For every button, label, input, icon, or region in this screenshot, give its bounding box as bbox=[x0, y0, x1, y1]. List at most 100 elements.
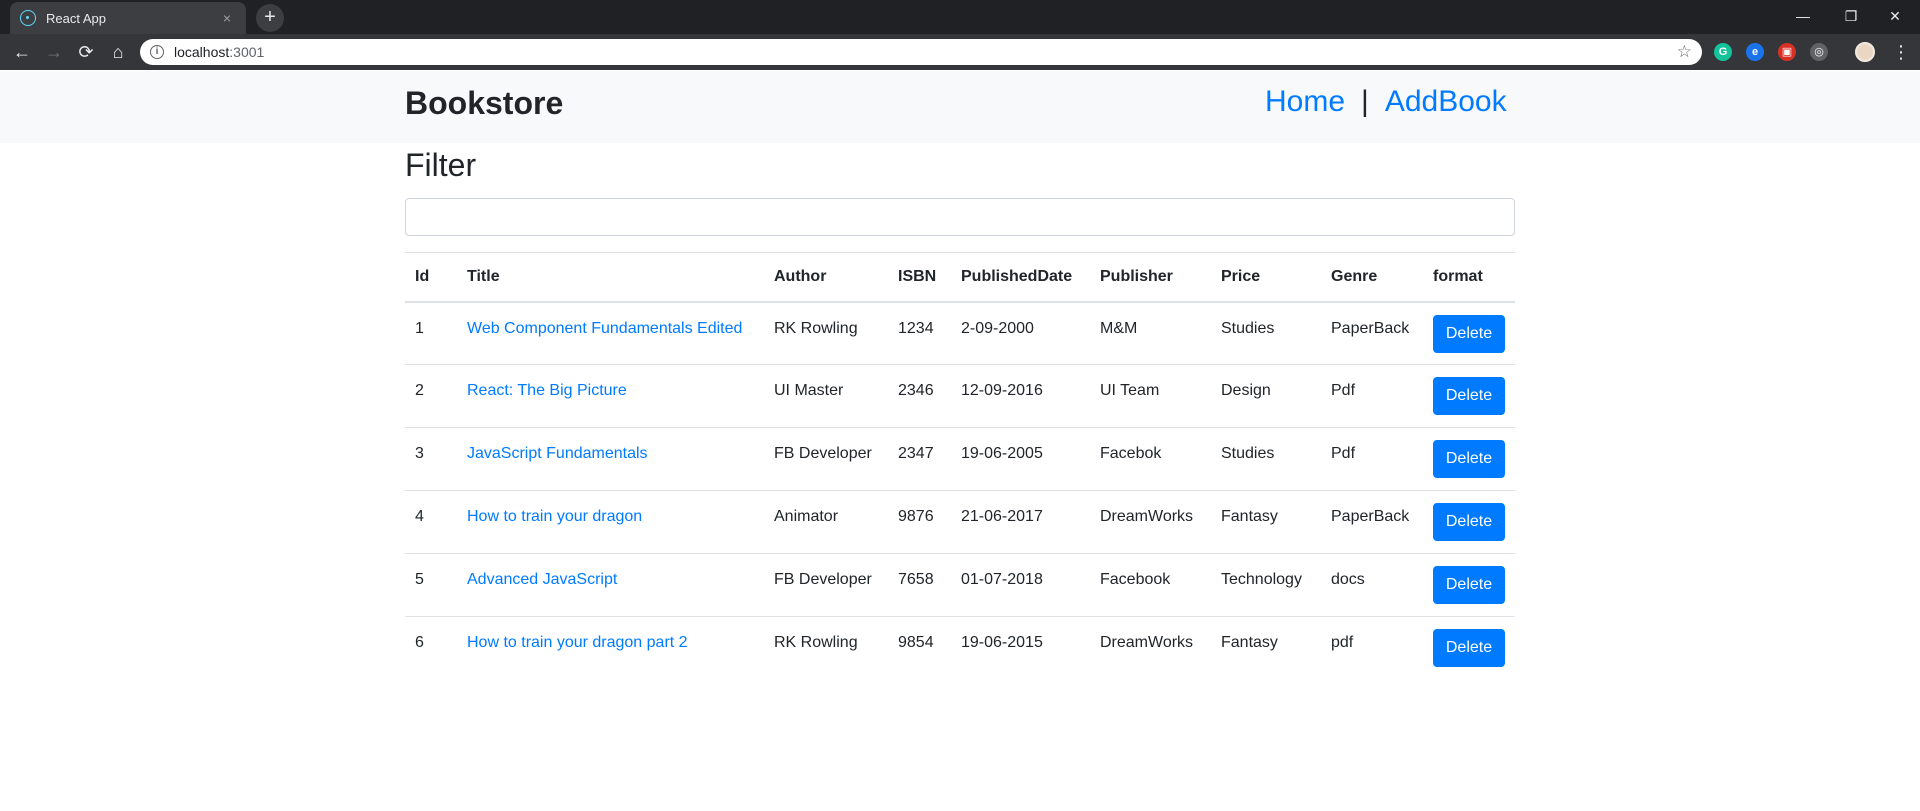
delete-button[interactable]: Delete bbox=[1433, 440, 1505, 478]
brand-title: Bookstore bbox=[405, 85, 564, 121]
forward-button[interactable]: → bbox=[40, 38, 68, 66]
cell-price: Studies bbox=[1211, 301, 1321, 365]
cell-publisher: M&M bbox=[1090, 301, 1211, 365]
nav-separator: | bbox=[1361, 85, 1369, 118]
cell-author: FB Developer bbox=[764, 427, 888, 491]
cell-author: RK Rowling bbox=[764, 301, 888, 365]
cell-action: Delete bbox=[1423, 490, 1515, 554]
delete-button[interactable]: Delete bbox=[1433, 503, 1505, 541]
cell-date: 19-06-2005 bbox=[951, 427, 1090, 491]
profile-avatar[interactable] bbox=[1855, 42, 1875, 62]
minimize-button[interactable]: — bbox=[1780, 2, 1826, 30]
cell-genre: pdf bbox=[1331, 634, 1354, 651]
cell-title: Web Component Fundamentals Edited bbox=[457, 301, 764, 365]
home-button[interactable]: ⌂ bbox=[104, 38, 132, 66]
cell-author: Animator bbox=[764, 490, 888, 554]
column-header-title: Title bbox=[457, 252, 764, 303]
delete-button[interactable]: Delete bbox=[1433, 377, 1505, 415]
address-bar[interactable]: i localhost:3001 ☆ bbox=[140, 39, 1702, 65]
cell-date: 19-06-2015 bbox=[961, 634, 1043, 651]
book-title-link[interactable]: How to train your dragon part 2 bbox=[467, 634, 688, 651]
url-port: :3001 bbox=[229, 44, 265, 60]
cell-date: 01-07-2018 bbox=[951, 553, 1090, 617]
column-header-format: format bbox=[1423, 252, 1515, 303]
cell-id: 5 bbox=[405, 553, 457, 617]
filter-input[interactable] bbox=[405, 198, 1515, 236]
cell-price: Technology bbox=[1211, 553, 1321, 617]
cell-genre: PaperBack bbox=[1321, 490, 1423, 554]
books-table: Id Title Author ISBN PublishedDate Publisher P… bbox=[405, 252, 1515, 680]
cell-isbn: 9876 bbox=[888, 490, 951, 554]
bookmark-star-icon[interactable]: ☆ bbox=[1677, 42, 1692, 62]
cell-title: JavaScript Fundamentals bbox=[457, 427, 764, 491]
table-row: 4 How to train your dragon Animator 9876 21-… bbox=[405, 490, 1515, 554]
reload-button[interactable]: ⟳ bbox=[72, 38, 100, 66]
cell-action: Delete bbox=[1423, 427, 1515, 491]
restore-button[interactable]: ❐ bbox=[1828, 2, 1874, 30]
cell-author: RK Rowling bbox=[774, 634, 858, 651]
cell-publisher: DreamWorks bbox=[1090, 490, 1211, 554]
browser-menu-icon[interactable]: ⋮ bbox=[1892, 38, 1910, 66]
cell-price: Fantasy bbox=[1211, 490, 1321, 554]
delete-button[interactable]: Delete bbox=[1433, 314, 1505, 353]
browser-tab-strip: React App × + — ❐ ✕ bbox=[0, 0, 1920, 34]
cell-author: FB Developer bbox=[764, 553, 888, 617]
cell-publisher: Facebok bbox=[1090, 427, 1211, 491]
book-title-link[interactable]: Web Component Fundamentals Edited bbox=[467, 320, 742, 337]
column-header-id: Id bbox=[405, 252, 457, 303]
column-header-genre: Genre bbox=[1321, 252, 1423, 303]
tab-title: React App bbox=[46, 10, 106, 26]
cell-id: 3 bbox=[405, 427, 457, 491]
column-header-publisher: Publisher bbox=[1090, 252, 1211, 303]
back-button[interactable]: ← bbox=[8, 38, 36, 66]
book-title-link[interactable]: React: The Big Picture bbox=[467, 382, 627, 399]
cell-isbn: 2346 bbox=[888, 364, 951, 428]
cell-action: Delete bbox=[1423, 553, 1515, 617]
table-row: 5 Advanced JavaScript FB Developer 7658 01-0… bbox=[405, 553, 1515, 617]
cell-title: React: The Big Picture bbox=[457, 364, 764, 428]
cell-price: Fantasy bbox=[1221, 634, 1278, 651]
delete-button[interactable]: Delete bbox=[1433, 629, 1505, 667]
extension-blue-icon[interactable]: e bbox=[1746, 43, 1764, 61]
extension-red-icon[interactable]: ▣ bbox=[1778, 43, 1796, 61]
cell-isbn: 2347 bbox=[888, 427, 951, 491]
cell-action: Delete bbox=[1423, 617, 1515, 680]
column-header-isbn: ISBN bbox=[888, 252, 951, 303]
cell-date: 21-06-2017 bbox=[951, 490, 1090, 554]
nav-link-addbook[interactable]: AddBook bbox=[1385, 85, 1507, 119]
book-title-link[interactable]: JavaScript Fundamentals bbox=[467, 445, 648, 462]
filter-heading: Filter bbox=[405, 147, 477, 183]
grammarly-icon[interactable]: G bbox=[1714, 43, 1732, 61]
browser-toolbar: ← → ⟳ ⌂ i localhost:3001 ☆ Ge ▣ ◎ ⋮ bbox=[0, 34, 1920, 70]
cell-price: Design bbox=[1211, 364, 1321, 428]
cell-isbn: 9854 bbox=[898, 634, 934, 651]
book-title-link[interactable]: How to train your dragon bbox=[467, 508, 642, 525]
extension-target-icon[interactable]: ◎ bbox=[1810, 43, 1828, 61]
cell-publisher: Facebook bbox=[1090, 553, 1211, 617]
delete-button[interactable]: Delete bbox=[1433, 566, 1505, 604]
info-icon[interactable]: i bbox=[150, 45, 164, 59]
table-row: 2 React: The Big Picture UI Master 2346 12-0… bbox=[405, 364, 1515, 428]
cell-isbn: 7658 bbox=[888, 553, 951, 617]
browser-tab[interactable]: React App × bbox=[10, 2, 246, 34]
nav-link-home[interactable]: Home bbox=[1265, 85, 1345, 119]
cell-action: Delete bbox=[1423, 364, 1515, 428]
cell-title: How to train your dragon part 2 bbox=[457, 617, 764, 680]
nav-links: Home | AddBook bbox=[1265, 85, 1507, 119]
cell-genre: PaperBack bbox=[1321, 301, 1423, 365]
cell-id: 1 bbox=[405, 301, 457, 365]
cell-date: 12-09-2016 bbox=[951, 364, 1090, 428]
close-tab-icon[interactable]: × bbox=[218, 10, 236, 26]
table-row: 6 How to train your dragon part 2 RK Rowli… bbox=[405, 617, 1515, 680]
cell-id: 4 bbox=[405, 490, 457, 554]
react-icon bbox=[20, 10, 36, 26]
close-window-button[interactable]: ✕ bbox=[1872, 2, 1918, 30]
table-row: 3 JavaScript Fundamentals FB Developer 2347… bbox=[405, 427, 1515, 491]
column-header-publisheddate: PublishedDate bbox=[951, 252, 1090, 303]
cell-isbn: 1234 bbox=[888, 301, 951, 365]
book-title-link[interactable]: Advanced JavaScript bbox=[467, 571, 617, 588]
cell-genre: Pdf bbox=[1321, 427, 1423, 491]
new-tab-button[interactable]: + bbox=[256, 4, 284, 32]
cell-id: 6 bbox=[415, 634, 424, 651]
url-host: localhost bbox=[174, 44, 230, 60]
